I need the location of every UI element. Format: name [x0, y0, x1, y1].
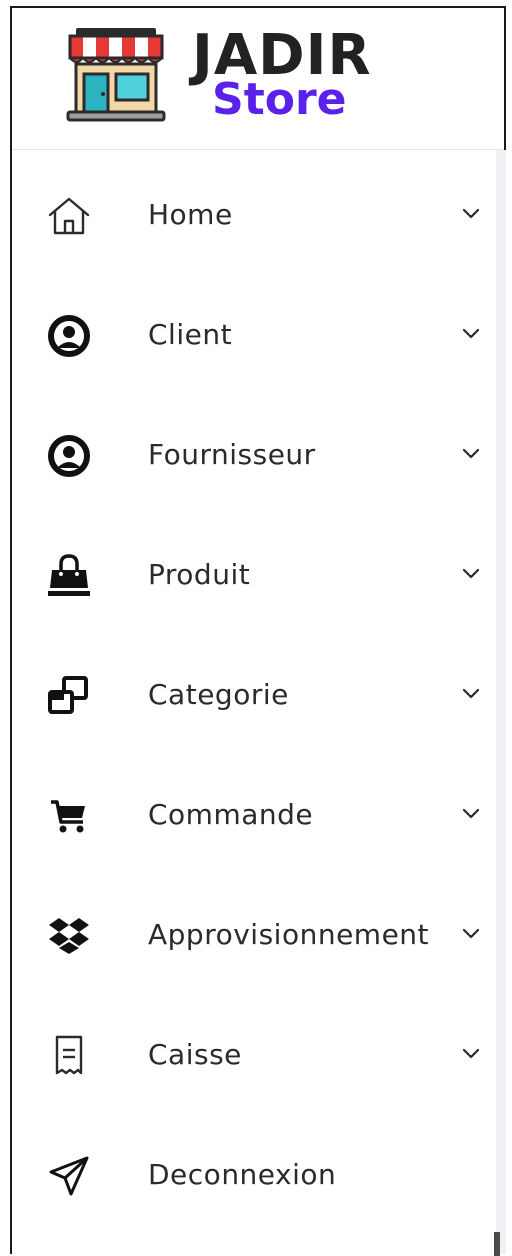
chevron-down-icon: [462, 1048, 480, 1059]
dropbox-icon: [46, 913, 92, 959]
scrollbar-track[interactable]: [496, 150, 506, 1254]
sidebar-item-fournisseur[interactable]: Fournisseur: [12, 390, 492, 510]
chevron-down-icon: [462, 808, 480, 819]
store-shop-icon: [66, 28, 166, 122]
clone-squares-icon: [46, 673, 92, 719]
chevron-down-icon: [462, 448, 480, 459]
user-circle-icon: [46, 313, 92, 359]
chevron-down-icon: [462, 688, 480, 699]
sidebar-item-label: Fournisseur: [148, 438, 316, 471]
sidebar-item-client[interactable]: Client: [12, 270, 492, 390]
sidebar-item-label: Caisse: [148, 1038, 242, 1071]
sidebar-item-label: Client: [148, 318, 233, 351]
app-frame: JADIR Store Home Client Fournisseur Prod…: [10, 6, 506, 1256]
chevron-down-icon: [462, 568, 480, 579]
sidebar-item-categorie[interactable]: Categorie: [12, 630, 492, 750]
receipt-icon: [46, 1033, 92, 1079]
house-icon: [46, 193, 92, 239]
paper-plane-icon: [46, 1153, 92, 1199]
sidebar-item-label: Commande: [148, 798, 314, 831]
sidebar-item-label: Categorie: [148, 678, 289, 711]
sidebar-item-approvisionnement[interactable]: Approvisionnement: [12, 870, 492, 990]
sidebar-header: JADIR Store: [12, 8, 504, 150]
chevron-down-icon: [462, 208, 480, 219]
brand-logo: JADIR Store: [192, 28, 372, 122]
sidebar-item-caisse[interactable]: Caisse: [12, 990, 492, 1110]
chevron-down-icon: [462, 328, 480, 339]
shopping-bag-icon: [46, 553, 92, 599]
sidebar-item-produit[interactable]: Produit: [12, 510, 492, 630]
sidebar-item-label: Produit: [148, 558, 251, 591]
shopping-cart-icon: [46, 793, 92, 839]
sidebar-item-label: Deconnexion: [148, 1158, 337, 1191]
sidebar-item-deconnexion[interactable]: Deconnexion: [12, 1110, 492, 1230]
chevron-down-icon: [462, 928, 480, 939]
sidebar-item-label: Approvisionnement: [148, 918, 430, 951]
sidebar-item-home[interactable]: Home: [12, 150, 492, 270]
sidebar-item-commande[interactable]: Commande: [12, 750, 492, 870]
sidebar-menu: Home Client Fournisseur Produit Categori…: [12, 150, 492, 1254]
user-circle-icon: [46, 433, 92, 479]
sidebar-item-label: Home: [148, 198, 233, 231]
scrollbar-thumb[interactable]: [494, 1232, 500, 1256]
